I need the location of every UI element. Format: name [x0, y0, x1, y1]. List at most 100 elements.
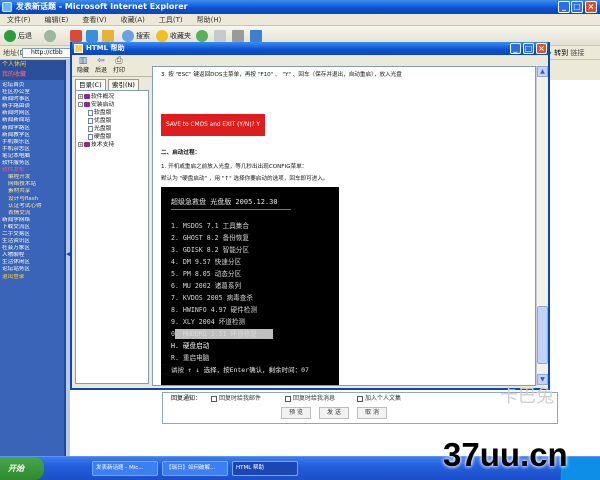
forward-button[interactable]: [44, 29, 58, 43]
sidebar-item[interactable]: 素材共享: [2, 188, 64, 195]
tab-index[interactable]: 索引(N): [108, 79, 139, 90]
hide-button[interactable]: ▥ 隐藏: [74, 57, 92, 75]
help-print-button[interactable]: ⎙ 打印: [110, 56, 128, 75]
sidebar-item[interactable]: 认证考试心得: [2, 203, 64, 210]
stop-button[interactable]: [70, 29, 84, 43]
site-watermark: 37uu.cn: [443, 436, 568, 473]
sidebar-item[interactable]: 社区办公室: [2, 89, 64, 96]
cancel-button[interactable]: 取 消: [357, 407, 387, 419]
task-ie[interactable]: 发表新话题 - Mic...: [92, 461, 158, 476]
sidebar-item[interactable]: 手机娱乐区: [2, 139, 64, 146]
add-to-collection-checkbox[interactable]: 加入个人文集: [357, 395, 401, 403]
minimize-button[interactable]: _: [558, 1, 570, 13]
help-maximize-button[interactable]: □: [523, 43, 534, 54]
sidebar-item[interactable]: 新闻时网区: [2, 110, 64, 117]
message-notify-checkbox[interactable]: 回复时给我消息: [285, 395, 335, 403]
expand-toggle-icon[interactable]: +: [78, 94, 83, 99]
boot-menu-item: 3. GDISK 8.2 智能分区: [171, 246, 249, 254]
tree-node[interactable]: - 安装启动: [76, 101, 148, 109]
boot-menu-item: 8. HWINFO 4.97 硬件检测: [171, 306, 257, 314]
faint-watermark: 卡巴兔: [500, 386, 554, 407]
sidebar-item[interactable]: 论坛首页: [2, 82, 64, 89]
tree-node-label: 光盘版: [94, 126, 112, 132]
tree-node[interactable]: 软盘版: [76, 109, 148, 117]
sidebar-item[interactable]: 生活资讯区: [2, 238, 64, 245]
sidebar-item[interactable]: 笔记本电脑: [2, 153, 64, 160]
menu-view[interactable]: 查看(V): [75, 14, 113, 26]
expand-toggle-icon[interactable]: +: [78, 142, 83, 147]
sidebar-item[interactable]: 新闻新闻站: [2, 117, 64, 124]
close-button[interactable]: ×: [585, 1, 597, 13]
step3-text: 3. 按 "ESC" 键返回DOS主菜单，再按 "F10" 、 "Y" 、回车（…: [161, 72, 402, 78]
tab-contents[interactable]: 目录(C): [75, 79, 106, 90]
scroll-thumb[interactable]: [537, 306, 548, 364]
task-thread[interactable]: 【瑞日】如何破解...: [162, 461, 228, 476]
menu-help[interactable]: 帮助(H): [190, 14, 229, 26]
favorites-button[interactable]: 收藏夹: [156, 29, 191, 43]
help-back-button[interactable]: ⇦ 后退: [92, 57, 110, 75]
media-icon: [196, 30, 208, 42]
html-help-window: HTML 帮助 _ □ × ▥ 隐藏 ⇦ 后退 ⎙ 打印 目录(C) 索引(N) + 软…: [70, 42, 550, 390]
media-button[interactable]: [196, 29, 210, 43]
sidebar-item[interactable]: 表情交流: [2, 210, 64, 217]
sidebar-item[interactable]: 二手交易区: [2, 231, 64, 238]
sidebar-item[interactable]: 新手路由谈: [2, 103, 64, 110]
back-button[interactable]: 后退: [4, 29, 32, 43]
go-button[interactable]: ➔ 转到 链接: [546, 48, 600, 58]
sidebar-item[interactable]: 社会万象区: [2, 245, 64, 252]
sidebar-item[interactable]: 新闻学路区: [2, 125, 64, 132]
email-notify-checkbox[interactable]: 回复时给我邮件: [211, 395, 261, 403]
search-button[interactable]: 搜索: [122, 29, 150, 43]
mail-button[interactable]: [214, 29, 228, 43]
tree-node-label: 安装启动: [91, 102, 115, 108]
printer-icon: ⎙: [115, 56, 123, 66]
sidebar-item[interactable]: 生活休闲区: [2, 259, 64, 266]
print-button[interactable]: [232, 29, 246, 43]
tree-node[interactable]: 硬盘版: [76, 133, 148, 141]
refresh-button[interactable]: [86, 29, 100, 43]
footer-url[interactable]: http://www.doshome.com: [161, 371, 233, 379]
forward-arrow-icon: [44, 30, 56, 42]
sidebar-item[interactable]: 网络技术站: [2, 181, 64, 188]
sidebar-header-favorites[interactable]: 我的收藏: [0, 70, 64, 80]
maximize-button[interactable]: □: [571, 1, 583, 13]
boot-menu-item: 1. MSDOS 7.1 工具集合: [171, 222, 249, 230]
tree-node-label: 软件概况: [91, 94, 115, 100]
task-html-help[interactable]: HTML 帮助: [232, 461, 298, 476]
content-scrollbar[interactable]: ▲ ▼: [536, 66, 548, 386]
sidebar-item[interactable]: 新闻学网络: [2, 217, 64, 224]
start-button[interactable]: 开始: [0, 457, 44, 480]
home-button[interactable]: [102, 29, 116, 43]
send-button[interactable]: 发 送: [319, 407, 349, 419]
sidebar-header-leisure[interactable]: 个人休闲: [0, 60, 64, 70]
book-icon: [84, 102, 90, 107]
tree-node[interactable]: 优盘版: [76, 117, 148, 125]
ie-icon: [2, 2, 12, 12]
sidebar-item[interactable]: 软件服务区: [2, 160, 64, 167]
sidebar-item[interactable]: 新闻时事区: [2, 96, 64, 103]
menu-file[interactable]: 文件(F): [0, 14, 38, 26]
menu-favorites[interactable]: 收藏(A): [114, 14, 152, 26]
tree-node[interactable]: 光盘版: [76, 125, 148, 133]
scroll-up-icon[interactable]: ▲: [537, 66, 548, 77]
menu-edit[interactable]: 编辑(E): [38, 14, 76, 26]
expand-toggle-icon[interactable]: -: [78, 102, 83, 107]
sidebar-item[interactable]: 设计与flash: [2, 196, 64, 203]
sidebar-item[interactable]: 软件发布: [2, 167, 64, 174]
boot-menu-divider: [171, 209, 291, 210]
sidebar-item[interactable]: 论坛站务区: [2, 266, 64, 273]
help-minimize-button[interactable]: _: [510, 43, 521, 54]
sidebar-item[interactable]: 编程开发: [2, 174, 64, 181]
edit-button[interactable]: [250, 29, 264, 43]
preview-button[interactable]: 预 览: [281, 407, 311, 419]
help-close-button[interactable]: ×: [536, 43, 547, 54]
sidebar-item[interactable]: 退出登录: [2, 274, 64, 281]
tree-node[interactable]: + 软件概况: [76, 93, 148, 101]
sidebar-item[interactable]: 新闻教学区: [2, 132, 64, 139]
sidebar-item[interactable]: 人物聊程: [2, 252, 64, 259]
menu-tools[interactable]: 工具(T): [152, 14, 190, 26]
sidebar-item[interactable]: 手机杂志区: [2, 146, 64, 153]
sidebar-item[interactable]: 下载交流区: [2, 224, 64, 231]
refresh-icon: [86, 30, 98, 42]
tree-node[interactable]: + 技术支持: [76, 141, 148, 149]
